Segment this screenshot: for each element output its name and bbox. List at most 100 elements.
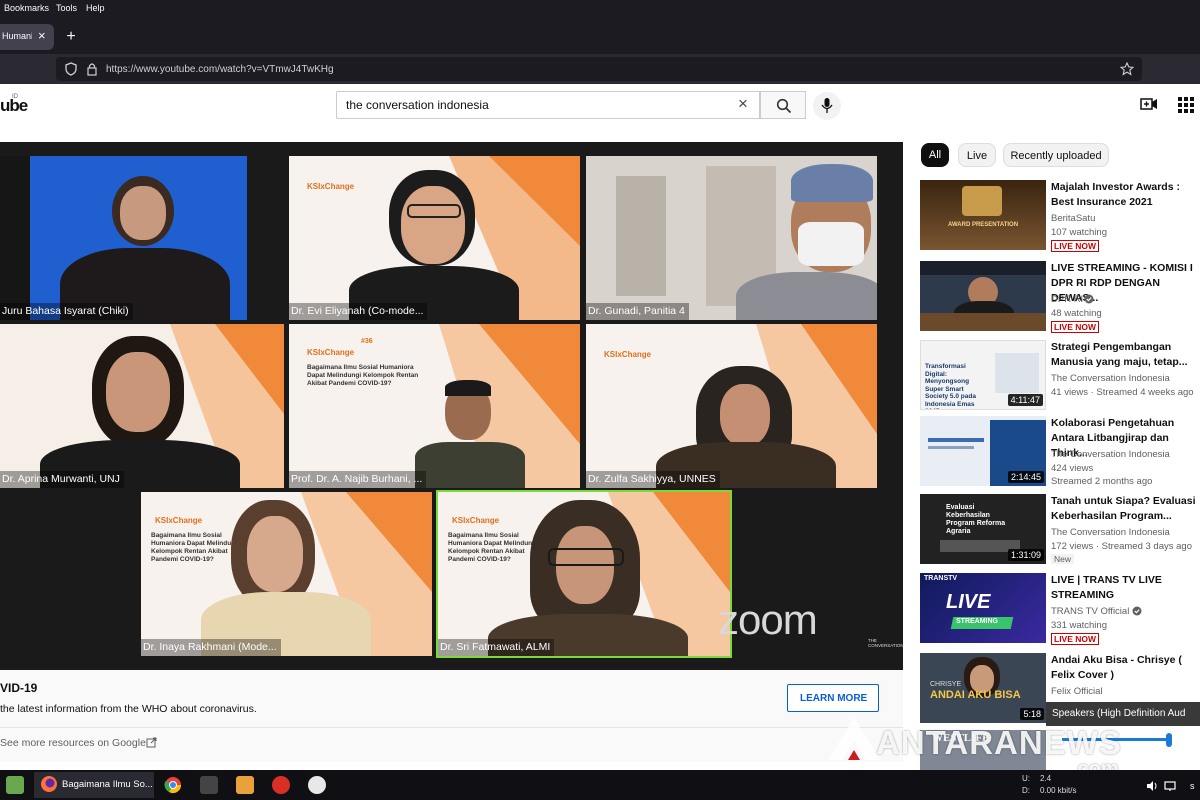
star-icon[interactable] xyxy=(1120,62,1134,76)
video-meta: 424 views xyxy=(1051,463,1094,474)
chrome-icon[interactable] xyxy=(164,776,182,794)
wordpress-icon[interactable] xyxy=(308,776,326,794)
video-meta: 41 views · Streamed 4 weeks ago xyxy=(1051,387,1194,398)
speaker-icon[interactable] xyxy=(1146,780,1158,792)
participant-name: Juru Bahasa Isyarat (Chiki) xyxy=(0,303,133,320)
thumbnail-speakers xyxy=(995,353,1039,393)
video-meta: 331 watching xyxy=(1051,620,1107,631)
video-thumbnail[interactable] xyxy=(920,261,1046,331)
create-video-icon[interactable] xyxy=(1140,97,1158,111)
menu-tools[interactable]: Tools xyxy=(56,3,77,13)
clear-search-icon[interactable]: × xyxy=(738,94,748,114)
participant-body xyxy=(415,442,525,488)
video-title[interactable]: Majalah Investor Awards : Best Insurance… xyxy=(1051,180,1200,210)
browser-tab[interactable]: Humani × xyxy=(0,24,54,50)
ok-app-icon[interactable] xyxy=(272,776,290,794)
video-thumbnail[interactable]: CHRISYE ANDAI AKU BISA 5:18 xyxy=(920,653,1046,723)
video-title[interactable]: Andai Aku Bisa - Chrisye ( Felix Cover ) xyxy=(1051,653,1200,683)
learn-more-button[interactable]: LEARN MORE xyxy=(787,684,879,712)
video-channel[interactable]: The Conversation Indonesia xyxy=(1051,372,1170,385)
video-meta: 107 watching xyxy=(1051,227,1107,238)
video-channel[interactable]: The Conversation Indonesia xyxy=(1051,526,1170,539)
video-thumbnail[interactable]: AWARD PRESENTATION xyxy=(920,180,1046,250)
speakers-popup[interactable]: Speakers (High Definition Aud xyxy=(1046,702,1200,726)
slide-title: Bagaimana Ilmu Sosial Humaniora Dapat Me… xyxy=(307,364,419,387)
sidebar-video-item[interactable]: Transformasi Digital: Menyongsong Super … xyxy=(920,340,1200,416)
sidebar-video-item[interactable]: Evaluasi Keberhasilan Program Reforma Ag… xyxy=(920,494,1200,570)
video-channel[interactable]: BeritaSatu xyxy=(1051,212,1095,225)
award-emblem xyxy=(962,186,1002,216)
video-channel[interactable]: TRANS TV Official xyxy=(1051,605,1129,618)
upload-value: 2.4 xyxy=(1040,774,1052,783)
participant-hair xyxy=(445,380,491,396)
participant-tile: Dr. Gunadi, Panitia 4 xyxy=(586,156,877,320)
video-duration: 2:14:45 xyxy=(1007,471,1044,483)
video-thumbnail[interactable]: Transformasi Digital: Menyongsong Super … xyxy=(920,340,1046,410)
volume-slider-thumb[interactable] xyxy=(1166,733,1172,747)
search-button[interactable] xyxy=(760,91,806,119)
new-tab-button[interactable]: + xyxy=(62,27,80,47)
divider xyxy=(0,727,903,728)
desk xyxy=(920,313,1046,331)
shield-icon[interactable] xyxy=(64,62,78,76)
film-app-icon[interactable] xyxy=(200,776,218,794)
thumbnail-banner xyxy=(920,261,1046,275)
sidebar-video-item[interactable]: TRANSTV LIVE STREAMING LIVE | TRANS TV L… xyxy=(920,573,1200,649)
video-channel[interactable]: Felix Official xyxy=(1051,685,1103,698)
video-channel[interactable]: DPR RI xyxy=(1051,293,1083,306)
google-resources-link[interactable]: See more resources on Google xyxy=(0,737,146,749)
chip-recently-uploaded[interactable]: Recently uploaded xyxy=(1003,143,1109,167)
participant-name: Dr. Aprina Murwanti, UNJ xyxy=(0,471,124,488)
learn-more-label: LEARN MORE xyxy=(800,693,868,704)
menu-help[interactable]: Help xyxy=(86,3,105,13)
slide-brand: KSIxChange xyxy=(307,348,355,357)
video-thumbnail[interactable]: 2:14:45 xyxy=(920,416,1046,486)
new-badge: New xyxy=(1051,554,1075,564)
menu-bookmarks[interactable]: Bookmarks xyxy=(4,3,49,13)
tile-border xyxy=(0,156,30,320)
tab-close-icon[interactable]: × xyxy=(38,28,46,43)
thumbnail-subtext: STREAMING xyxy=(956,618,998,625)
video-channel[interactable]: The Conversation Indonesia xyxy=(1051,448,1170,461)
taskbar-app-icon[interactable] xyxy=(6,776,24,794)
participant-tile: Juru Bahasa Isyarat (Chiki) xyxy=(0,156,247,320)
download-label: D: xyxy=(1022,786,1030,795)
search-query[interactable]: the conversation indonesia xyxy=(346,98,489,112)
video-thumbnail[interactable]: Evaluasi Keberhasilan Program Reforma Ag… xyxy=(920,494,1046,564)
info-text: the latest information from the WHO abou… xyxy=(0,703,257,715)
thumbnail-text: AWARD PRESENTATION xyxy=(947,222,1019,228)
chip-all[interactable]: All xyxy=(921,143,949,167)
slide-brand: KSIxChange xyxy=(307,182,355,191)
sidebar-video-item[interactable]: AWARD PRESENTATION Majalah Investor Awar… xyxy=(920,180,1200,256)
sidebar-video-item[interactable]: 2:14:45 Kolaborasi Pengetahuan Antara Li… xyxy=(920,416,1200,492)
video-title[interactable]: Strategi Pengembangan Manusia yang maju,… xyxy=(1051,340,1200,370)
thumbnail-text: ANDAI AKU BISA xyxy=(930,689,1021,701)
participant-face xyxy=(106,352,170,432)
thumbnail-text: LIVE xyxy=(946,591,991,613)
apps-grid-icon[interactable] xyxy=(1178,97,1194,113)
video-title[interactable]: LIVE | TRANS TV LIVE STREAMING xyxy=(1051,573,1200,603)
video-duration: 4:11:47 xyxy=(1007,394,1043,406)
participant-name: Prof. Dr. A. Najib Burhani, ... xyxy=(289,471,427,488)
thumbnail-line xyxy=(928,438,984,442)
video-thumbnail[interactable]: TRANSTV LIVE STREAMING xyxy=(920,573,1046,643)
participant-face xyxy=(401,186,465,264)
paint-app-icon[interactable] xyxy=(236,776,254,794)
tray-text: s xyxy=(1190,781,1195,791)
zoom-watermark: zoom xyxy=(718,596,818,643)
sidebar-video-item[interactable]: LIVE STREAMING - KOMISI I DPR RI RDP DEN… xyxy=(920,261,1200,337)
external-link-icon[interactable] xyxy=(146,737,157,748)
voice-search-button[interactable] xyxy=(813,92,841,120)
network-icon[interactable] xyxy=(1164,780,1176,792)
chip-live[interactable]: Live xyxy=(958,143,996,167)
participant-face xyxy=(120,186,166,240)
taskbar-firefox-label: Bagaimana Ilmu So... xyxy=(62,779,153,790)
verified-icon xyxy=(1084,294,1094,304)
face-mask xyxy=(798,222,864,266)
url-text[interactable]: https://www.youtube.com/watch?v=VTmwJ4Tw… xyxy=(106,64,334,75)
thumbnail-logo: TRANSTV xyxy=(924,575,958,582)
glasses xyxy=(548,548,624,566)
lock-icon[interactable] xyxy=(86,62,98,76)
video-title[interactable]: Tanah untuk Siapa? Evaluasi Keberhasilan… xyxy=(1051,494,1200,524)
video-meta: 48 watching xyxy=(1051,308,1102,319)
